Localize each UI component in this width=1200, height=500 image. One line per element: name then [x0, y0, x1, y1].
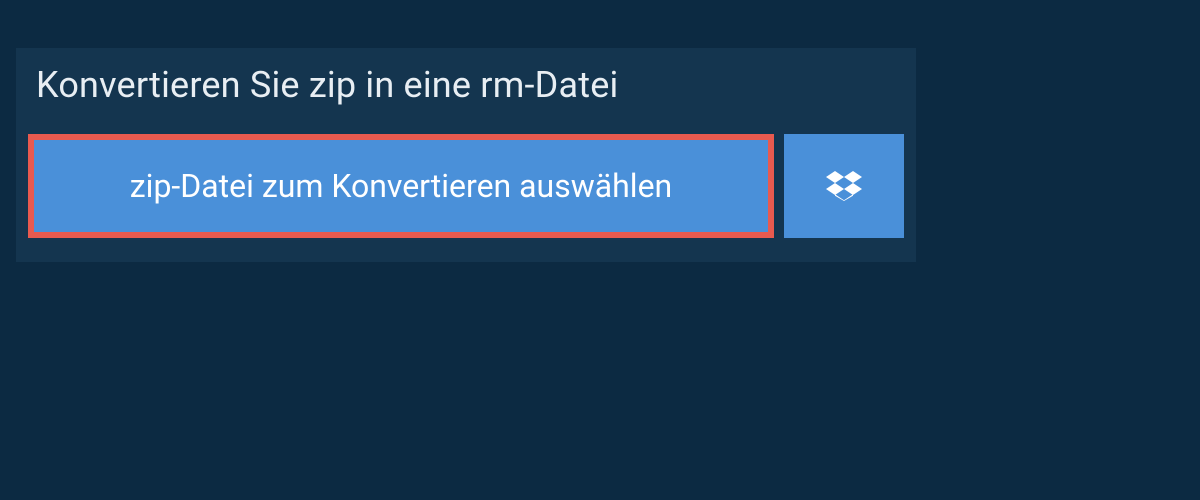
dropbox-button[interactable]	[784, 134, 904, 238]
converter-panel: Konvertieren Sie zip in eine rm-Datei zi…	[16, 48, 916, 262]
select-file-button[interactable]: zip-Datei zum Konvertieren auswählen	[28, 134, 774, 238]
select-file-label: zip-Datei zum Konvertieren auswählen	[130, 167, 672, 205]
heading-container: Konvertieren Sie zip in eine rm-Datei	[16, 48, 916, 134]
button-row: zip-Datei zum Konvertieren auswählen	[16, 134, 916, 262]
dropbox-icon	[826, 168, 862, 204]
page-title: Konvertieren Sie zip in eine rm-Datei	[36, 64, 896, 106]
